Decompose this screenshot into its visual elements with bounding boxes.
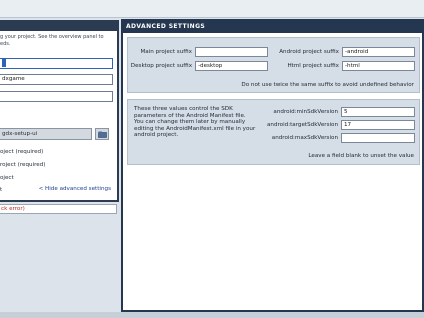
main-suffix-label: Main project suffix	[140, 49, 192, 55]
folder-icon	[97, 131, 107, 138]
min-sdk-input[interactable]: 5	[341, 107, 415, 117]
android-suffix-input[interactable]: -android	[342, 47, 415, 57]
max-sdk-label: android:maxSdkVersion	[271, 135, 338, 141]
html-suffix-label: Html project suffix	[287, 63, 339, 69]
subproject-desktop[interactable]: roject (required)	[0, 162, 45, 168]
hide-advanced-settings-link[interactable]: < Hide advanced settings	[39, 186, 111, 192]
min-sdk-label: android:minSdkVersion	[273, 109, 338, 115]
target-sdk-input[interactable]: 17	[341, 120, 415, 130]
html-suffix-input[interactable]: -html	[342, 61, 415, 71]
android-suffix-label: Android project suffix	[279, 49, 339, 55]
project-settings-description: g your project. See the overview panel t…	[0, 34, 104, 47]
bottom-strip	[0, 312, 424, 318]
advanced-settings-title: ADVANCED SETTINGS	[123, 21, 422, 33]
suffix-warning-note: Do not use twice the same suffix to avoi…	[241, 82, 414, 88]
subproject-core[interactable]: oject (required)	[0, 149, 43, 155]
status-message: ck error)	[0, 204, 117, 214]
project-settings-panel: g your project. See the overview panel t…	[0, 20, 119, 202]
main-suffix-input[interactable]	[195, 47, 268, 57]
browse-folder-button[interactable]	[95, 128, 109, 140]
game-class-input[interactable]	[0, 91, 113, 102]
sdk-description: These three values control the SDK param…	[134, 106, 256, 139]
target-sdk-label: android:targetSdkVersion	[266, 122, 338, 128]
package-name-input[interactable]: dxgame	[0, 74, 113, 85]
subproject-html[interactable]: t	[0, 187, 2, 193]
suffix-settings-group: Main project suffix Android project suff…	[127, 37, 420, 93]
sdk-settings-group: These three values control the SDK param…	[127, 99, 420, 165]
top-bar	[0, 0, 424, 18]
project-name-input[interactable]	[0, 58, 113, 69]
app-window: g your project. See the overview panel t…	[0, 0, 424, 318]
desktop-suffix-label: Desktop project suffix	[130, 63, 192, 69]
project-settings-header	[0, 22, 117, 31]
sdk-blank-note: Leave a field blank to unset the value	[308, 153, 414, 159]
desktop-suffix-input[interactable]: -desktop	[195, 61, 268, 71]
advanced-settings-panel: ADVANCED SETTINGS Main project suffix An…	[121, 19, 424, 312]
destination-path-input[interactable]: gdx-setup-ui	[0, 128, 92, 140]
subproject-android[interactable]: oject	[0, 175, 14, 181]
text-selection	[2, 59, 6, 67]
max-sdk-input[interactable]	[341, 133, 415, 143]
